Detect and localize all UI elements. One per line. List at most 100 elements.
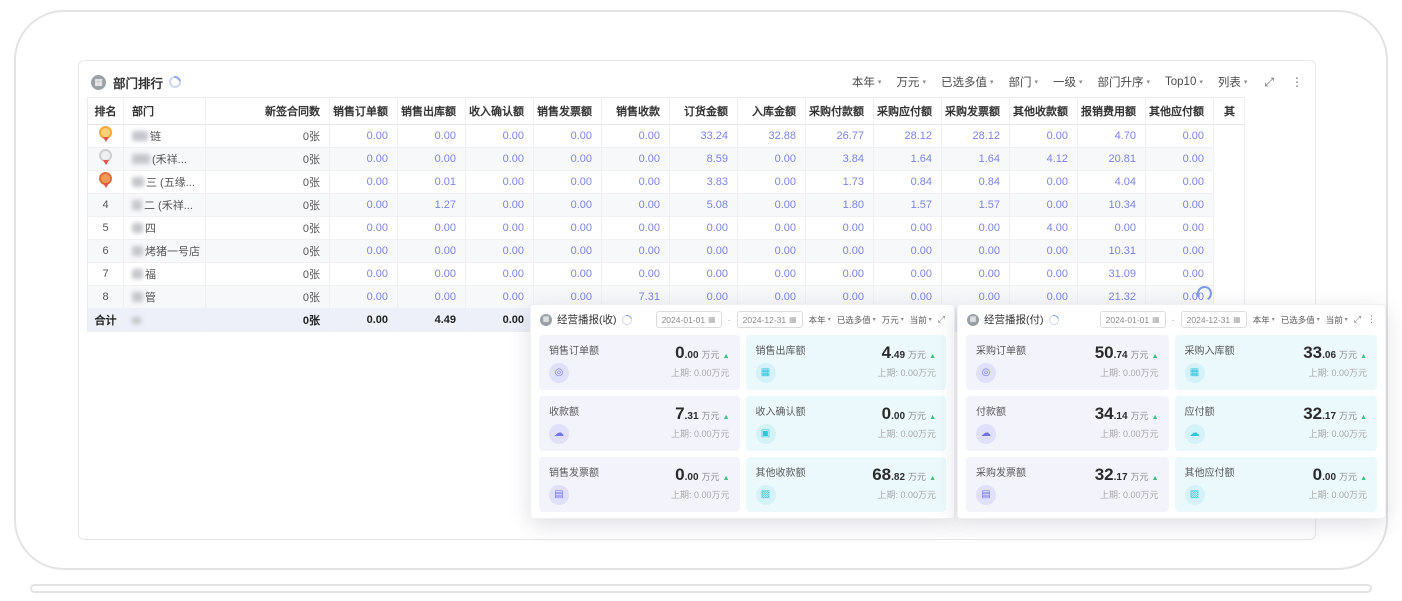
date-to-input[interactable]: 2024-12-31▦ [737, 311, 803, 328]
value-cell: 0.00 [1010, 125, 1078, 148]
contracts-cell: 0张 [206, 263, 330, 286]
metric-card[interactable]: 采购订单额◎50.74万元▲上期: 0.00万元 [966, 335, 1169, 390]
metric-card[interactable]: 销售发票额▤0.00万元▲上期: 0.00万元 [539, 457, 740, 512]
value-cell: 0.00 [806, 263, 874, 286]
calendar-icon: ▦ [708, 315, 716, 324]
value-cell: 0.00 [602, 125, 670, 148]
panel-filter-dropdown[interactable]: 当前▾ [1326, 314, 1348, 326]
date-separator: - [728, 315, 731, 325]
broadcast-panel-payment: ▦ 经营播报(付) 2024-01-01▦-2024-12-31▦本年▾已选多值… [957, 304, 1386, 519]
contracts-cell: 0张 [206, 286, 330, 309]
metric-title: 收款额 [549, 403, 579, 418]
chevron-down-icon: ▾ [1199, 78, 1203, 86]
value-integer: 68 [872, 465, 891, 484]
chevron-down-icon: ▾ [901, 316, 904, 323]
chevron-down-icon: ▾ [1079, 78, 1083, 86]
metric-card[interactable]: 应付额☁32.17万元▲上期: 0.00万元 [1175, 396, 1378, 451]
trend-up-icon: ▲ [1152, 353, 1159, 360]
metric-card[interactable]: 收入确认额▣0.00万元▲上期: 0.00万元 [746, 396, 947, 451]
metric-card[interactable]: 采购发票额▤32.17万元▲上期: 0.00万元 [966, 457, 1169, 512]
column-header: 收入确认额 [466, 98, 534, 125]
value-decimal: .49 [891, 350, 905, 361]
metric-card[interactable]: 销售出库额▦4.49万元▲上期: 0.00万元 [746, 335, 947, 390]
value-cell: 0.00 [602, 217, 670, 240]
column-header: 销售发票额 [534, 98, 602, 125]
metric-card[interactable]: 销售订单额◎0.00万元▲上期: 0.00万元 [539, 335, 740, 390]
filter-label: 本年 [809, 314, 826, 326]
expand-icon[interactable]: ⤢ [1264, 75, 1274, 90]
table-row[interactable]: 6烤猪一号店0张0.000.000.000.000.000.000.000.00… [88, 240, 1245, 263]
metric-cards: 销售订单额◎0.00万元▲上期: 0.00万元销售出库额▦4.49万元▲上期: … [531, 334, 954, 520]
value-cell: 3.83 [670, 171, 738, 194]
other-icon: ▨ [756, 485, 776, 505]
value-unit: 万元 [908, 411, 926, 421]
value-cell: 8.59 [670, 148, 738, 171]
more-options-icon[interactable]: ⋮ [1291, 75, 1303, 89]
panel-filter-dropdown[interactable]: 已选多值▾ [837, 314, 876, 326]
expand-icon[interactable]: ⤢ [1354, 314, 1361, 325]
ranking-filter-dropdown[interactable]: 部门升序▾ [1098, 74, 1151, 90]
value-cell: 0.00 [602, 171, 670, 194]
calendar-icon: ▦ [1152, 315, 1160, 324]
redacted-text [132, 246, 143, 256]
metric-title: 其他收款额 [756, 464, 806, 479]
table-header-row: 排名部门新签合同数销售订单额销售出库额收入确认额销售发票额销售收款订货金额入库金… [88, 98, 1245, 125]
ranking-filter-dropdown[interactable]: 一级▾ [1053, 74, 1083, 90]
metric-value: 0.00万元▲ [882, 404, 936, 424]
metric-card[interactable]: 采购入库额▦33.06万元▲上期: 0.00万元 [1175, 335, 1378, 390]
value-cell: 4.49 [398, 309, 466, 332]
value-cell: 0.00 [1146, 263, 1214, 286]
date-from-input[interactable]: 2024-01-01▦ [1100, 311, 1166, 328]
value-cell: 0.00 [330, 148, 398, 171]
table-row[interactable]: 5四0张0.000.000.000.000.000.000.000.000.00… [88, 217, 1245, 240]
table-row[interactable]: 4二 (禾祥...0张0.001.270.000.000.005.080.001… [88, 194, 1245, 217]
column-header: 采购应付额 [874, 98, 942, 125]
value-cell: 0.00 [738, 148, 806, 171]
value-integer: 50 [1095, 343, 1114, 362]
metric-card[interactable]: 其他收款额▨68.82万元▲上期: 0.00万元 [746, 457, 947, 512]
metric-card[interactable]: 其他应付额▨0.00万元▲上期: 0.00万元 [1175, 457, 1378, 512]
metric-title: 付款额 [976, 403, 1006, 418]
value-cell: 1.57 [942, 194, 1010, 217]
value-unit: 万元 [1339, 350, 1357, 360]
value-cell: 0.00 [738, 240, 806, 263]
panel-filter-dropdown[interactable]: 本年▾ [809, 314, 831, 326]
refresh-spinner-icon[interactable] [620, 313, 634, 327]
ranking-filter-dropdown[interactable]: 列表▾ [1218, 74, 1248, 90]
more-options-icon[interactable]: ⋮ [1367, 314, 1376, 325]
trend-up-icon: ▲ [929, 353, 936, 360]
expand-icon[interactable]: ⤢ [938, 314, 945, 325]
metric-title: 销售发票额 [549, 464, 599, 479]
metric-title: 采购发票额 [976, 464, 1026, 479]
refresh-spinner-icon[interactable] [1047, 313, 1061, 327]
previous-period-value: 上期: 0.00万元 [877, 366, 936, 379]
value-cell: 3.84 [806, 148, 874, 171]
value-cell: 0.00 [1146, 194, 1214, 217]
metric-card[interactable]: 收款额☁7.31万元▲上期: 0.00万元 [539, 396, 740, 451]
date-from-input[interactable]: 2024-01-01▦ [656, 311, 722, 328]
column-header: 采购付款额 [806, 98, 874, 125]
metric-card[interactable]: 付款额☁34.14万元▲上期: 0.00万元 [966, 396, 1169, 451]
table-row[interactable]: 7福0张0.000.000.000.000.000.000.000.000.00… [88, 263, 1245, 286]
contracts-cell: 0张 [206, 217, 330, 240]
ranking-filter-dropdown[interactable]: 已选多值▾ [941, 74, 994, 90]
table-row[interactable]: (禾祥...0张0.000.000.000.000.008.590.003.84… [88, 148, 1245, 171]
metric-title: 销售出库额 [756, 342, 806, 357]
ranking-filter-dropdown[interactable]: 本年▾ [852, 74, 882, 90]
value-cell: 0.00 [1010, 171, 1078, 194]
table-row[interactable]: 链0张0.000.000.000.000.0033.2432.8826.7728… [88, 125, 1245, 148]
ranking-filter-dropdown[interactable]: Top10▾ [1165, 76, 1203, 88]
previous-period-value: 上期: 0.00万元 [671, 488, 730, 501]
panel-filter-dropdown[interactable]: 已选多值▾ [1281, 314, 1320, 326]
ranking-filter-dropdown[interactable]: 部门▾ [1008, 74, 1038, 90]
table-row[interactable]: 三 (五缘...0张0.000.010.000.000.003.830.001.… [88, 171, 1245, 194]
value-integer: 0 [675, 465, 684, 484]
panel-filter-dropdown[interactable]: 万元▾ [882, 314, 904, 326]
ranking-filter-dropdown[interactable]: 万元▾ [896, 74, 926, 90]
panel-filter-dropdown[interactable]: 本年▾ [1253, 314, 1275, 326]
filter-label: 本年 [852, 74, 875, 90]
value-cell: 0.00 [398, 286, 466, 309]
date-to-input[interactable]: 2024-12-31▦ [1181, 311, 1247, 328]
refresh-spinner-icon[interactable] [167, 74, 184, 91]
panel-filter-dropdown[interactable]: 当前▾ [910, 314, 932, 326]
